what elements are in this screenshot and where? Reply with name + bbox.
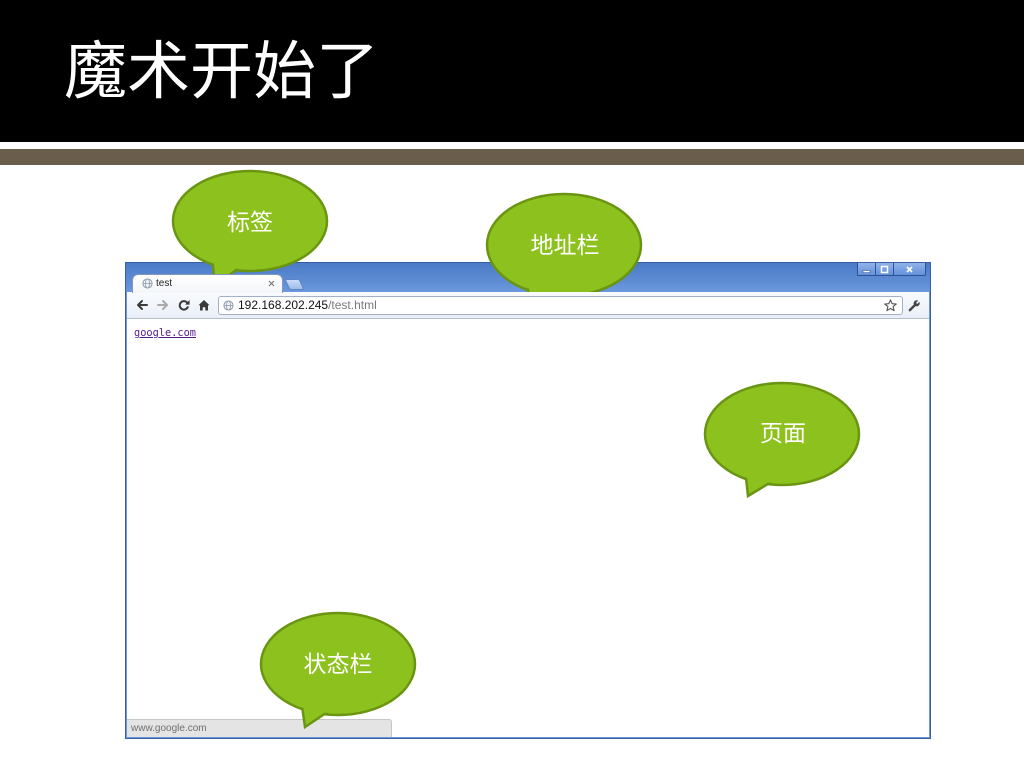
- maximize-icon: [880, 265, 889, 273]
- callout-bubble: [171, 169, 329, 273]
- wrench-icon[interactable]: [908, 299, 921, 312]
- reload-icon[interactable]: [178, 299, 190, 311]
- callout-label: 地址栏: [531, 233, 600, 259]
- close-icon[interactable]: [268, 280, 275, 287]
- window-controls: [857, 263, 926, 276]
- star-icon[interactable]: [884, 299, 897, 312]
- minimize-icon: [862, 269, 871, 273]
- slide-title: 魔术开始了: [64, 35, 379, 108]
- slide: 魔术开始了 test 192.168.202.245/test.html goo…: [0, 0, 1024, 768]
- close-window-button[interactable]: [893, 263, 926, 276]
- google-link[interactable]: google.com: [134, 327, 196, 339]
- forward-arrow-icon[interactable]: [157, 299, 169, 311]
- close-icon: [906, 265, 913, 273]
- back-arrow-icon[interactable]: [136, 299, 148, 311]
- status-bar: www.google.com: [127, 719, 392, 737]
- minimize-button[interactable]: [857, 263, 876, 276]
- globe-icon: [223, 300, 234, 311]
- browser-window: test 192.168.202.245/test.html google.co…: [125, 262, 931, 739]
- url-path: /test.html: [328, 298, 377, 312]
- url-text[interactable]: 192.168.202.245/test.html: [238, 297, 377, 314]
- callout-label: 标签: [227, 210, 273, 236]
- maximize-button[interactable]: [875, 263, 894, 276]
- tab-title: test: [156, 278, 173, 289]
- address-bar[interactable]: 192.168.202.245/test.html: [218, 296, 903, 315]
- globe-icon: [142, 278, 153, 289]
- decorative-stripe: [0, 149, 1024, 165]
- tab-test[interactable]: test: [132, 274, 283, 293]
- home-icon[interactable]: [198, 299, 210, 311]
- slide-header: 魔术开始了: [0, 0, 1024, 142]
- page-content: google.com www.google.com: [127, 319, 929, 737]
- url-host: 192.168.202.245: [238, 298, 329, 312]
- browser-toolbar: 192.168.202.245/test.html: [127, 292, 929, 319]
- new-tab-button[interactable]: [284, 279, 305, 290]
